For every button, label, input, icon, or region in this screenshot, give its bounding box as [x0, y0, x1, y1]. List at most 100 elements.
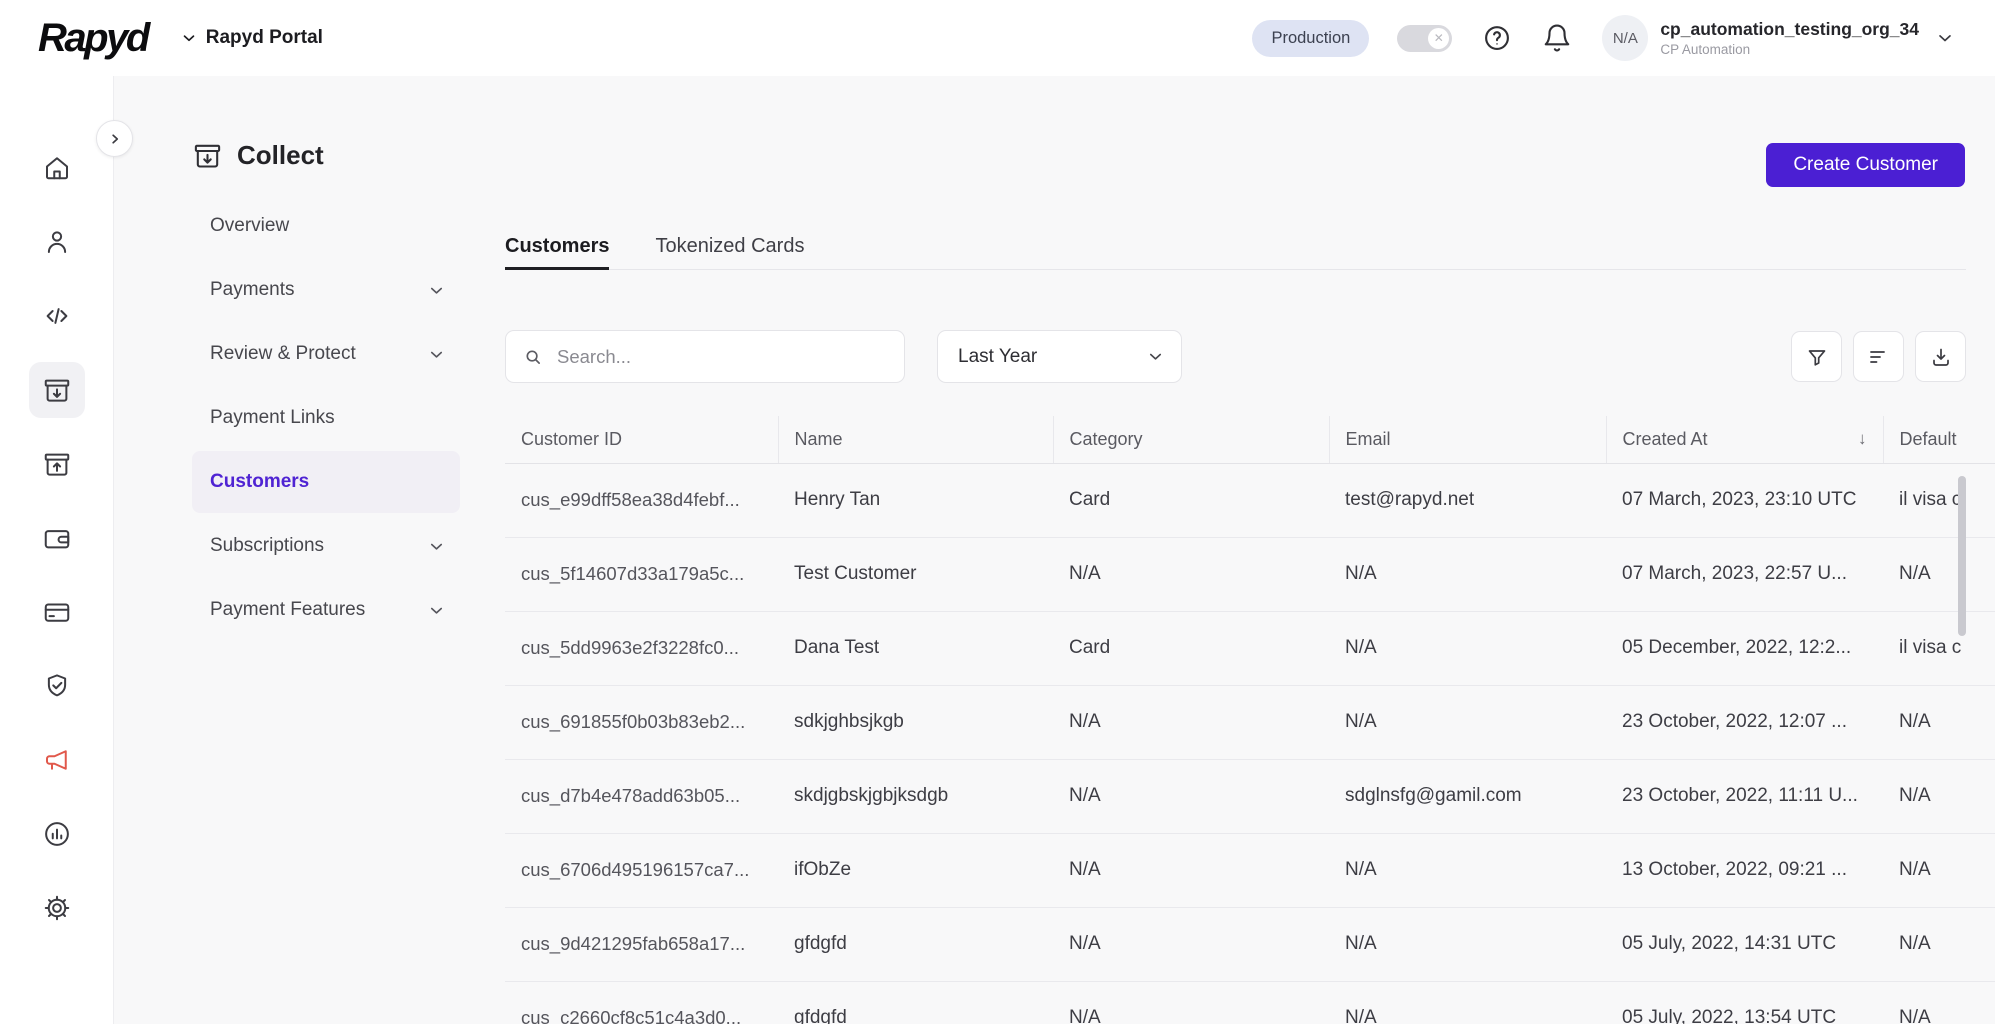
- table-row[interactable]: cus_5f14607d33a179a5c... Test Customer N…: [505, 537, 1995, 611]
- table-action-buttons: [1791, 331, 1966, 382]
- environment-badge: Production: [1252, 20, 1369, 57]
- rail-item-clients[interactable]: [29, 214, 85, 270]
- sort-icon: [1867, 345, 1891, 369]
- column-name[interactable]: Name: [778, 416, 1053, 463]
- cell-email: N/A: [1329, 685, 1606, 759]
- icon-rail: [0, 76, 114, 1024]
- user-icon: [42, 227, 72, 257]
- cell-customer-id: cus_5dd9963e2f3228fc0...: [505, 611, 778, 685]
- rail-item-disburse[interactable]: [29, 436, 85, 492]
- chevron-down-icon: [427, 537, 446, 556]
- tabs: Customers Tokenized Cards: [505, 223, 1966, 270]
- rail-item-settings[interactable]: [29, 880, 85, 936]
- rail-item-collect[interactable]: [29, 362, 85, 418]
- cell-customer-id: cus_9d421295fab658a17...: [505, 907, 778, 981]
- sidebar-expand-button[interactable]: [96, 120, 133, 157]
- wallet-icon: [42, 523, 72, 553]
- environment-toggle[interactable]: ✕: [1397, 25, 1452, 52]
- column-email[interactable]: Email: [1329, 416, 1606, 463]
- cell-name: gfdgfd: [778, 981, 1053, 1024]
- cell-category: Card: [1053, 611, 1329, 685]
- tab-tokenized-cards[interactable]: Tokenized Cards: [655, 223, 804, 269]
- table-row[interactable]: cus_6706d495196157ca7... ifObZe N/A N/A …: [505, 833, 1995, 907]
- column-customer-id[interactable]: Customer ID: [505, 416, 778, 463]
- code-icon: [42, 301, 72, 331]
- cell-customer-id: cus_691855f0b03b83eb2...: [505, 685, 778, 759]
- column-category[interactable]: Category: [1053, 416, 1329, 463]
- cell-created-at: 23 October, 2022, 11:11 U...: [1606, 759, 1883, 833]
- search-icon: [522, 346, 544, 368]
- rail-item-analytics[interactable]: [29, 806, 85, 862]
- chevron-down-icon: [427, 345, 446, 364]
- cell-category: Card: [1053, 463, 1329, 537]
- avatar[interactable]: N/A: [1602, 15, 1648, 61]
- table-row[interactable]: cus_c2660cf8c51c4a3d0... gfdgfd N/A N/A …: [505, 981, 1995, 1024]
- account-menu-button[interactable]: [1935, 28, 1955, 48]
- rail-item-promotions[interactable]: [29, 732, 85, 788]
- cell-email: N/A: [1329, 537, 1606, 611]
- sidebar-item-customers[interactable]: Customers: [192, 451, 460, 513]
- cell-name: skdjgbskjgbjksdgb: [778, 759, 1053, 833]
- cell-name: ifObZe: [778, 833, 1053, 907]
- column-created-at[interactable]: Created At ↓: [1606, 416, 1883, 463]
- sidebar-item-payment-features[interactable]: Payment Features: [192, 579, 460, 641]
- sort-desc-icon[interactable]: ↓: [1858, 429, 1867, 449]
- tab-customers[interactable]: Customers: [505, 223, 609, 269]
- help-button[interactable]: [1482, 23, 1512, 53]
- top-bar-right: Production ✕ N/A cp_automation_testing_o…: [1252, 15, 1955, 61]
- table-row[interactable]: cus_d7b4e478add63b05... skdjgbskjgbjksdg…: [505, 759, 1995, 833]
- org-block: cp_automation_testing_org_34 CP Automati…: [1660, 18, 1919, 58]
- cell-category: N/A: [1053, 685, 1329, 759]
- rail-item-verify[interactable]: [29, 658, 85, 714]
- search-input[interactable]: [555, 345, 888, 369]
- filter-icon: [1805, 345, 1829, 369]
- rail-item-home[interactable]: [29, 140, 85, 196]
- customers-table-body: cus_e99dff58ea38d4febf... Henry Tan Card…: [505, 463, 1995, 1024]
- table-scrollbar[interactable]: [1958, 476, 1966, 636]
- cell-email: N/A: [1329, 981, 1606, 1024]
- date-range-select[interactable]: Last Year: [937, 330, 1182, 383]
- megaphone-icon: [42, 745, 72, 775]
- filter-button[interactable]: [1791, 331, 1842, 382]
- shield-check-icon: [42, 671, 72, 701]
- download-button[interactable]: [1915, 331, 1966, 382]
- date-range-value: Last Year: [958, 346, 1037, 368]
- sidebar-item-payments[interactable]: Payments: [192, 259, 460, 321]
- sort-button[interactable]: [1853, 331, 1904, 382]
- cell-created-at: 05 July, 2022, 13:54 UTC: [1606, 981, 1883, 1024]
- card-icon: [42, 597, 72, 627]
- portal-switcher[interactable]: Rapyd Portal: [180, 27, 323, 49]
- cell-name: Test Customer: [778, 537, 1053, 611]
- rail-item-wallet[interactable]: [29, 510, 85, 566]
- help-icon: [1482, 23, 1512, 53]
- cell-default: N/A: [1883, 833, 1995, 907]
- table-row[interactable]: cus_691855f0b03b83eb2... sdkjghbsjkgb N/…: [505, 685, 1995, 759]
- sidebar-item-subscriptions[interactable]: Subscriptions: [192, 515, 460, 577]
- cell-created-at: 13 October, 2022, 09:21 ...: [1606, 833, 1883, 907]
- home-icon: [42, 153, 72, 183]
- collect-icon: [42, 375, 72, 405]
- table-row[interactable]: cus_5dd9963e2f3228fc0... Dana Test Card …: [505, 611, 1995, 685]
- search-box[interactable]: [505, 330, 905, 383]
- notifications-button[interactable]: [1542, 23, 1572, 53]
- sidebar-item-payment-links[interactable]: Payment Links: [192, 387, 460, 449]
- column-default[interactable]: Default: [1883, 416, 1995, 463]
- rail-item-developers[interactable]: [29, 288, 85, 344]
- table-row[interactable]: cus_e99dff58ea38d4febf... Henry Tan Card…: [505, 463, 1995, 537]
- cell-category: N/A: [1053, 907, 1329, 981]
- table-row[interactable]: cus_9d421295fab658a17... gfdgfd N/A N/A …: [505, 907, 1995, 981]
- rapyd-logo: Rapyd: [38, 16, 148, 61]
- cell-email: N/A: [1329, 907, 1606, 981]
- cell-created-at: 05 December, 2022, 12:2...: [1606, 611, 1883, 685]
- rail-item-cards[interactable]: [29, 584, 85, 640]
- sidebar-item-review-protect[interactable]: Review & Protect: [192, 323, 460, 385]
- chevron-down-icon: [180, 29, 198, 47]
- org-name: cp_automation_testing_org_34: [1660, 18, 1919, 41]
- create-customer-button[interactable]: Create Customer: [1766, 143, 1965, 187]
- cell-category: N/A: [1053, 537, 1329, 611]
- cell-default: N/A: [1883, 537, 1995, 611]
- collect-icon: [192, 140, 223, 171]
- chevron-down-icon: [1146, 347, 1165, 366]
- top-bar: Rapyd Rapyd Portal Production ✕ N/A cp_a…: [0, 0, 1995, 76]
- sidebar-item-overview[interactable]: Overview: [192, 195, 460, 257]
